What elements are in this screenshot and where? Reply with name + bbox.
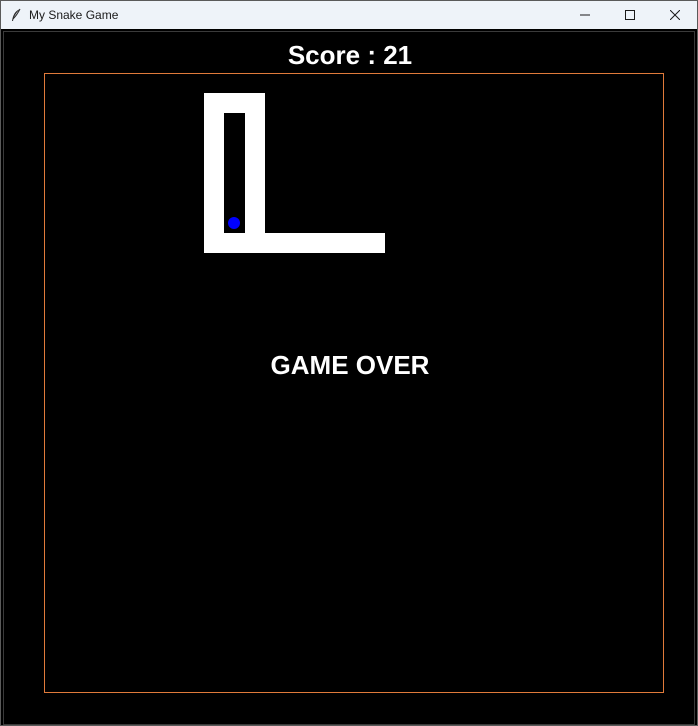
game-canvas[interactable]: Score : 21 GAME OVER — [3, 31, 695, 725]
maximize-icon — [624, 10, 635, 20]
snake-segment — [204, 93, 224, 253]
window-title: My Snake Game — [29, 8, 119, 22]
game-over-label: GAME OVER — [270, 350, 430, 380]
game-window: My Snake Game Score : 21 GAME OVER — [0, 0, 698, 726]
score-label: Score : 21 — [287, 40, 413, 70]
maximize-button[interactable] — [607, 1, 652, 29]
close-icon — [669, 10, 680, 20]
snake-segment — [245, 93, 265, 253]
close-button[interactable] — [652, 1, 697, 29]
feather-icon — [12, 8, 21, 21]
minimize-button[interactable] — [562, 1, 607, 29]
snake-segment — [204, 233, 385, 253]
title-bar[interactable]: My Snake Game — [1, 1, 697, 29]
minimize-icon — [579, 14, 590, 16]
game-board — [44, 73, 664, 693]
food-pellet — [228, 217, 240, 229]
